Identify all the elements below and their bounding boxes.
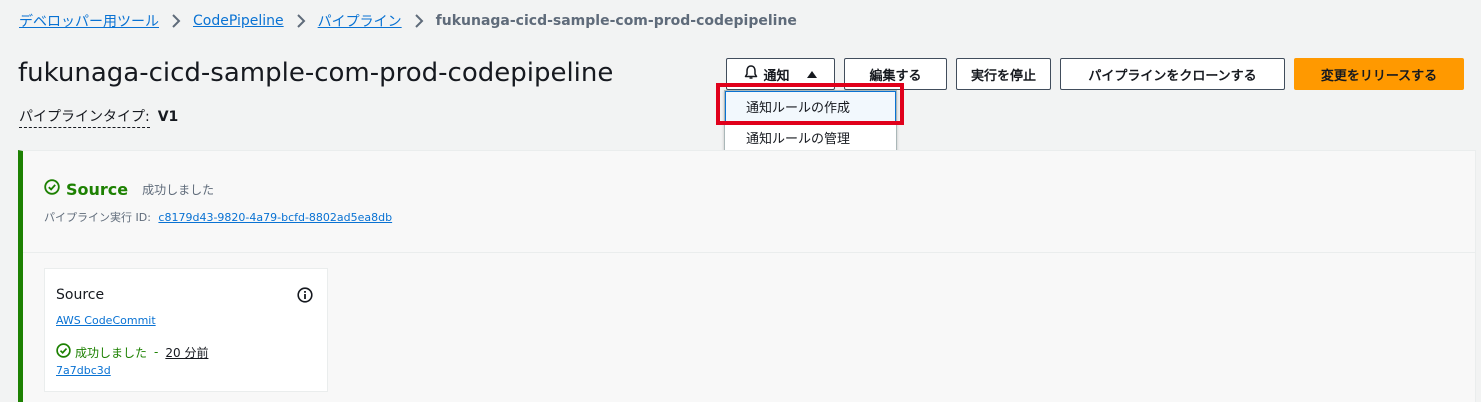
header-actions: 通知 編集する 実行を停止 パイプラインをクローンする 変更をリリースする: [726, 58, 1464, 90]
execution-id-row: パイプライン実行 ID: c8179d43-9820-4a79-bcfd-880…: [44, 209, 392, 225]
edit-button[interactable]: 編集する: [844, 58, 947, 90]
chevron-right-icon: [414, 14, 424, 28]
execution-id-label: パイプライン実行 ID:: [44, 211, 151, 224]
provider-link[interactable]: AWS CodeCommit: [56, 314, 156, 327]
action-status-text: 成功しました: [75, 345, 148, 360]
check-circle-icon: [56, 343, 71, 361]
clone-pipeline-button[interactable]: パイプラインをクローンする: [1060, 58, 1285, 90]
commit-id-link[interactable]: 7a7dbc3d: [56, 364, 111, 377]
action-time[interactable]: 20 分前: [165, 344, 208, 361]
bell-icon: [744, 64, 758, 84]
notify-button[interactable]: 通知: [726, 58, 835, 90]
info-icon[interactable]: [297, 287, 313, 307]
status-separator: -: [154, 345, 159, 359]
notify-dropdown-menu: 通知ルールの作成 通知ルールの管理: [724, 90, 897, 154]
breadcrumb-developer-tools[interactable]: デベロッパー用ツール: [19, 11, 159, 31]
chevron-right-icon: [171, 14, 181, 28]
breadcrumb-pipelines[interactable]: パイプライン: [318, 11, 402, 31]
stage-name: Source: [66, 179, 129, 199]
pipeline-type-value: V1: [157, 109, 179, 125]
stage-title: Source 成功しました: [44, 179, 214, 199]
action-title: Source: [56, 287, 105, 303]
caret-up-icon: [806, 67, 817, 82]
stage-header: Source 成功しました パイプライン実行 ID: c8179d43-9820…: [23, 151, 1475, 253]
menu-item-manage-notification-rules[interactable]: 通知ルールの管理: [725, 122, 896, 153]
notify-label: 通知: [763, 68, 790, 84]
page-title: fukunaga-cicd-sample-com-prod-codepipeli…: [18, 58, 614, 88]
release-change-button[interactable]: 変更をリリースする: [1294, 58, 1464, 90]
check-circle-icon: [44, 179, 60, 199]
breadcrumb-current: fukunaga-cicd-sample-com-prod-codepipeli…: [435, 13, 797, 29]
action-status: 成功しました - 20 分前: [56, 343, 208, 361]
source-stage: Source 成功しました パイプライン実行 ID: c8179d43-9820…: [18, 150, 1476, 402]
pipeline-type: パイプラインタイプ: V1: [19, 106, 178, 128]
breadcrumb: デベロッパー用ツール CodePipeline パイプライン fukunaga-…: [19, 11, 797, 31]
source-action-card: Source AWS CodeCommit 成功しました - 20 分前 7a7…: [44, 268, 328, 392]
execution-id-link[interactable]: c8179d43-9820-4a79-bcfd-8802ad5ea8db: [158, 211, 392, 224]
stage-status: 成功しました: [142, 182, 215, 197]
chevron-right-icon: [296, 14, 306, 28]
stop-execution-button[interactable]: 実行を停止: [956, 58, 1051, 90]
menu-item-create-notification-rule[interactable]: 通知ルールの作成: [725, 91, 896, 122]
pipeline-type-label[interactable]: パイプラインタイプ:: [19, 106, 150, 128]
breadcrumb-codepipeline[interactable]: CodePipeline: [193, 13, 284, 29]
